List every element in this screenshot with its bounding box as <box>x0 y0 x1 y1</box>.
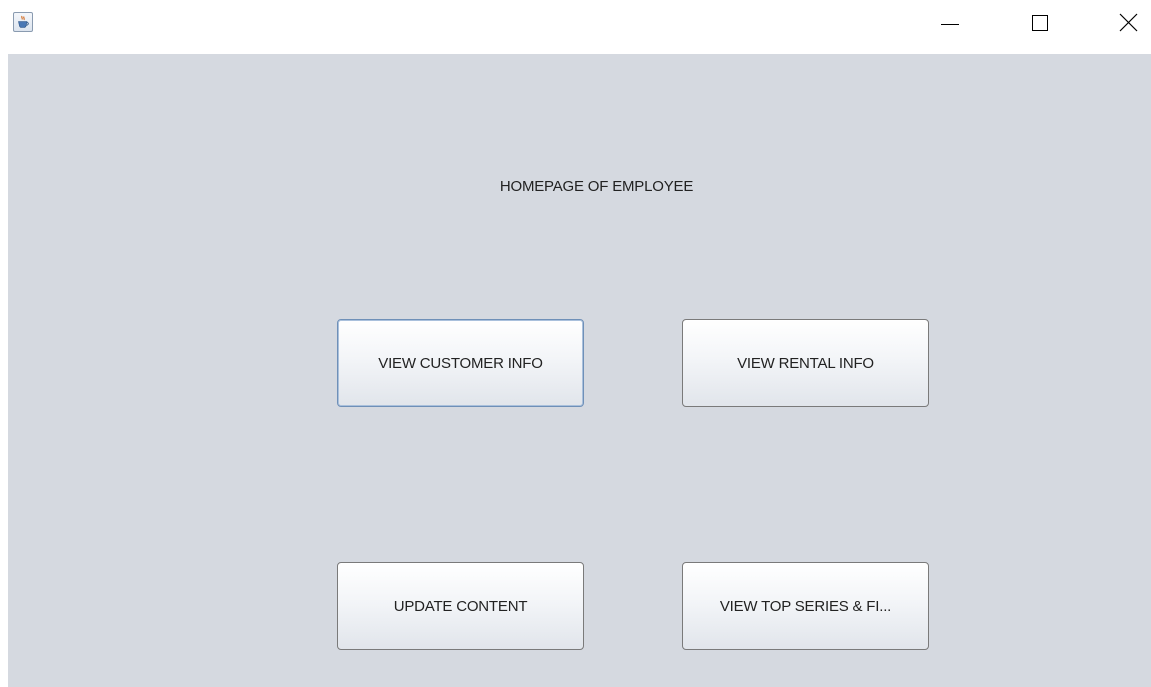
page-title: HOMEPAGE OF EMPLOYEE <box>499 178 694 195</box>
minimize-icon <box>941 24 959 25</box>
close-icon <box>1119 13 1138 32</box>
update-content-button[interactable]: UPDATE CONTENT <box>337 562 584 650</box>
content-panel: HOMEPAGE OF EMPLOYEE VIEW CUSTOMER INFO … <box>8 54 1151 687</box>
java-coffee-cup-icon[interactable] <box>13 12 33 32</box>
maximize-button[interactable] <box>1017 0 1063 46</box>
maximize-icon <box>1032 15 1048 31</box>
view-top-series-label: VIEW TOP SERIES & FI... <box>719 597 892 615</box>
close-button[interactable] <box>1105 0 1151 46</box>
view-rental-info-button[interactable]: VIEW RENTAL INFO <box>682 319 929 407</box>
view-rental-info-label: VIEW RENTAL INFO <box>737 354 874 372</box>
view-customer-info-button[interactable]: VIEW CUSTOMER INFO <box>337 319 584 407</box>
title-bar[interactable] <box>0 0 1151 54</box>
minimize-button[interactable] <box>924 0 970 46</box>
update-content-label: UPDATE CONTENT <box>393 597 528 615</box>
app-window: HOMEPAGE OF EMPLOYEE VIEW CUSTOMER INFO … <box>0 0 1151 687</box>
view-top-series-button[interactable]: VIEW TOP SERIES & FI... <box>682 562 929 650</box>
view-customer-info-label: VIEW CUSTOMER INFO <box>378 354 543 372</box>
